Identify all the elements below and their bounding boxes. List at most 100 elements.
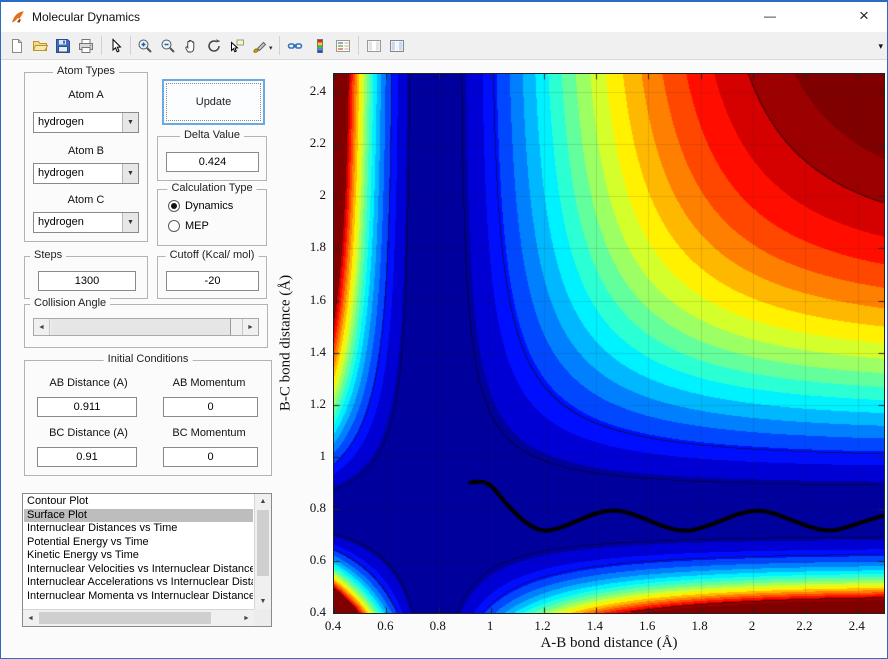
plot-type-list-items: Contour Plot Surface Plot Internuclear D… bbox=[24, 495, 253, 608]
x-tick-label: 1.8 bbox=[691, 618, 708, 633]
pes-contour-axes bbox=[333, 73, 885, 614]
y-tick-label: 1.4 bbox=[309, 343, 326, 359]
horizontal-scroll-thumb[interactable] bbox=[39, 612, 211, 624]
y-tick-label: 1 bbox=[319, 447, 327, 463]
cutoff-input[interactable] bbox=[166, 271, 259, 291]
x-tick-label: 2 bbox=[748, 618, 756, 633]
x-tick-label: 1.6 bbox=[639, 618, 656, 633]
y-tick-label: 2 bbox=[319, 187, 327, 203]
titlebar: Molecular Dynamics — × bbox=[1, 2, 887, 32]
list-item[interactable]: Potential Energy vs Time bbox=[24, 536, 253, 550]
y-tick-label: 1.6 bbox=[309, 291, 326, 307]
collision-angle-slider[interactable]: ◄ ► bbox=[33, 318, 259, 336]
horizontal-scrollbar[interactable]: ◄ ► bbox=[23, 609, 254, 626]
bc-momentum-input[interactable] bbox=[163, 447, 258, 467]
zoom-in-button[interactable] bbox=[134, 35, 156, 57]
figure-toolbar: ▾ ▾ bbox=[1, 32, 887, 60]
hand-icon bbox=[185, 39, 195, 53]
chevron-down-icon: ▼ bbox=[122, 113, 138, 132]
pointer-arrow-icon bbox=[112, 38, 122, 53]
x-tick-label: 2.2 bbox=[796, 618, 813, 633]
y-tick-label: 1.2 bbox=[309, 395, 326, 411]
bc-momentum-label: BC Momentum bbox=[172, 427, 246, 439]
slider-right-arrow[interactable]: ► bbox=[242, 319, 258, 335]
steps-panel-title: Steps bbox=[30, 249, 67, 261]
collision-angle-panel: Collision Angle ◄ ► bbox=[24, 297, 268, 348]
atom-c-dropdown[interactable]: hydrogen ▼ bbox=[33, 212, 139, 233]
save-figure-button[interactable] bbox=[52, 35, 74, 57]
list-item-selected[interactable]: Surface Plot bbox=[24, 508, 253, 522]
atom-types-panel-title: Atom Types bbox=[53, 65, 119, 77]
calculation-type-panel: Calculation Type Dynamics MEP bbox=[157, 182, 267, 246]
atom-a-label: Atom A bbox=[68, 89, 104, 101]
bc-distance-input[interactable] bbox=[37, 447, 137, 467]
zoom-out-button[interactable] bbox=[157, 35, 179, 57]
x-tick-label: 0.4 bbox=[324, 618, 342, 633]
pes-contour-canvas[interactable] bbox=[334, 74, 884, 613]
show-plot-tools-button[interactable] bbox=[386, 35, 408, 57]
list-item[interactable]: Internuclear Distances vs Time bbox=[24, 522, 253, 536]
slider-thumb[interactable] bbox=[51, 319, 231, 335]
rotate-3d-button[interactable] bbox=[203, 35, 225, 57]
folder-icon bbox=[32, 41, 48, 51]
figure-area: Atom Types Atom A hydrogen ▼ Atom B hydr… bbox=[2, 60, 886, 657]
scroll-left-arrow[interactable]: ◄ bbox=[23, 610, 38, 626]
update-button[interactable]: Update bbox=[162, 79, 265, 125]
chevron-down-icon: ▼ bbox=[122, 213, 138, 232]
insert-legend-button[interactable] bbox=[332, 35, 354, 57]
list-item[interactable]: Internuclear Momenta vs Internuclear Dis… bbox=[24, 590, 253, 604]
ab-distance-input[interactable] bbox=[37, 397, 137, 417]
ab-momentum-input[interactable] bbox=[163, 397, 258, 417]
toolbar-separator bbox=[279, 36, 280, 55]
scroll-right-arrow[interactable]: ► bbox=[239, 610, 254, 626]
brush-dropdown-caret-icon[interactable]: ▾ bbox=[269, 44, 273, 52]
atom-b-dropdown[interactable]: hydrogen ▼ bbox=[33, 163, 139, 184]
edit-plot-button[interactable] bbox=[105, 35, 127, 57]
rotate-arrow-icon bbox=[208, 39, 221, 52]
scroll-up-arrow[interactable]: ▲ bbox=[255, 494, 271, 509]
list-item[interactable]: Internuclear Velocities vs Internuclear … bbox=[24, 563, 253, 577]
steps-input[interactable] bbox=[38, 271, 136, 291]
list-item[interactable]: Contour Plot bbox=[24, 495, 253, 509]
hide-plot-tools-icon bbox=[367, 40, 381, 52]
mep-radio-label: MEP bbox=[185, 220, 209, 232]
print-figure-button[interactable] bbox=[75, 35, 97, 57]
y-tick-label: 0.6 bbox=[309, 551, 326, 567]
toolbar-overflow-chevron[interactable]: ▾ bbox=[878, 41, 883, 52]
printer-icon bbox=[79, 39, 93, 53]
slider-left-arrow[interactable]: ◄ bbox=[34, 319, 50, 335]
list-item[interactable]: Kinetic Energy vs Time bbox=[24, 549, 253, 563]
atom-a-dropdown[interactable]: hydrogen ▼ bbox=[33, 112, 139, 133]
link-plot-button[interactable] bbox=[284, 35, 306, 57]
floppy-disk-icon bbox=[56, 39, 70, 53]
hide-plot-tools-button[interactable] bbox=[363, 35, 385, 57]
colorbar-icon bbox=[317, 39, 323, 53]
legend-icon bbox=[336, 40, 350, 52]
vertical-scrollbar[interactable]: ▲ ▼ bbox=[254, 494, 271, 609]
link-icon bbox=[287, 43, 303, 49]
insert-colorbar-button[interactable] bbox=[309, 35, 331, 57]
plot-type-listbox: Contour Plot Surface Plot Internuclear D… bbox=[22, 493, 272, 627]
delta-value-input[interactable] bbox=[166, 152, 259, 172]
y-tick-label: 2.4 bbox=[309, 83, 326, 99]
scroll-down-arrow[interactable]: ▼ bbox=[255, 594, 271, 609]
toolbar-separator bbox=[358, 36, 359, 55]
close-button[interactable]: × bbox=[841, 2, 887, 30]
minimize-button[interactable]: — bbox=[747, 2, 793, 30]
open-file-button[interactable] bbox=[29, 35, 51, 57]
dynamics-radio[interactable]: Dynamics bbox=[168, 200, 233, 212]
brush-icon bbox=[253, 41, 267, 53]
app-window: Molecular Dynamics — × ▾ ▾ Atom Types At… bbox=[0, 0, 888, 659]
pan-button[interactable] bbox=[180, 35, 202, 57]
atom-a-value: hydrogen bbox=[38, 116, 84, 128]
list-item[interactable]: Internuclear Accelerations vs Internucle… bbox=[24, 576, 253, 590]
scrollbar-corner bbox=[254, 609, 271, 626]
x-tick-label: 1.4 bbox=[586, 618, 604, 633]
vertical-scroll-thumb[interactable] bbox=[257, 510, 269, 576]
data-cursor-button[interactable] bbox=[226, 35, 248, 57]
mep-radio[interactable]: MEP bbox=[168, 220, 209, 232]
delta-value-panel-title: Delta Value bbox=[179, 129, 245, 141]
new-figure-button[interactable] bbox=[6, 35, 28, 57]
brush-data-button[interactable] bbox=[249, 35, 271, 57]
ab-momentum-label: AB Momentum bbox=[172, 377, 246, 389]
